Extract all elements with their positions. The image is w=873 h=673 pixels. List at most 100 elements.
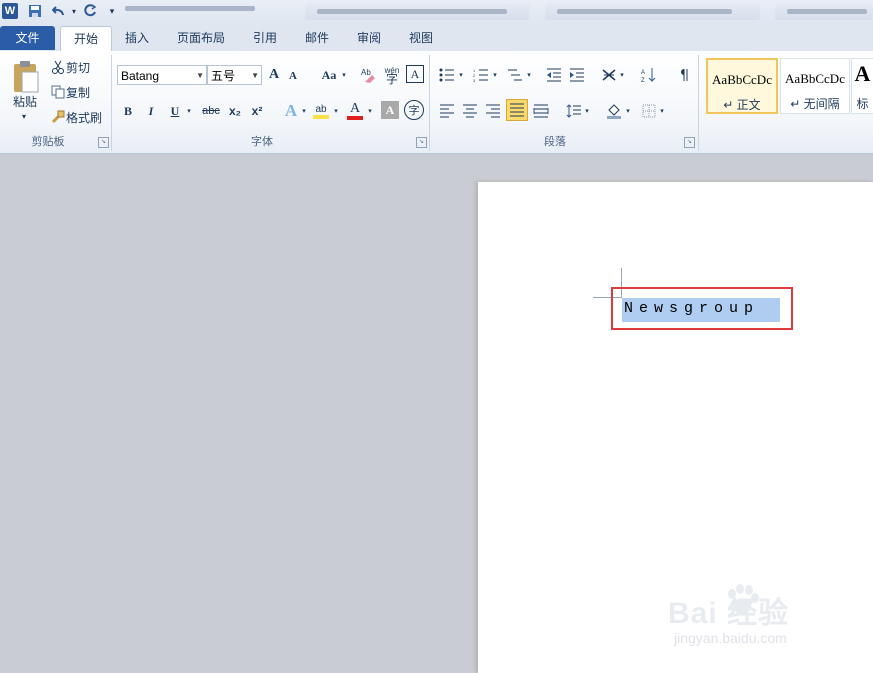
svg-text:A: A	[641, 70, 645, 76]
cut-icon[interactable]	[50, 58, 66, 76]
browser-tab-3[interactable]	[775, 4, 873, 20]
annotation-highlight-box	[611, 287, 793, 330]
font-name-combo[interactable]: Batang ▼	[117, 65, 207, 85]
superscript-button[interactable]: x²	[248, 101, 266, 121]
font-group-label: 字体	[251, 136, 273, 148]
format-painter-icon[interactable]	[50, 108, 66, 126]
paragraph-launcher-icon[interactable]: ↘	[684, 137, 695, 148]
text-effects-button[interactable]: A	[282, 100, 300, 122]
show-marks-icon[interactable]	[675, 65, 693, 85]
bold-button[interactable]: B	[120, 101, 136, 121]
style-name: 标	[856, 97, 869, 111]
undo-dropdown-icon[interactable]: ▾	[66, 3, 82, 19]
chevron-down-icon[interactable]: ▾	[525, 67, 533, 83]
chevron-down-icon[interactable]: ▾	[332, 103, 340, 119]
chevron-down-icon: ▼	[251, 71, 259, 80]
distributed-icon[interactable]	[532, 101, 550, 121]
chevron-down-icon[interactable]: ▾	[340, 67, 348, 83]
multilevel-list-icon[interactable]	[506, 65, 524, 85]
font-color-label: A	[349, 101, 361, 116]
style-sample: A	[854, 61, 871, 86]
line-spacing-icon[interactable]	[565, 101, 583, 121]
asian-layout-icon[interactable]	[600, 65, 618, 85]
increase-indent-icon[interactable]	[568, 65, 586, 85]
paste-button[interactable]: 粘贴	[6, 93, 44, 109]
copy-button[interactable]: 复制	[66, 83, 96, 101]
ribbon: 粘贴 ▾ 剪切 复制 格式刷 剪贴板 ↘ Batang ▼ 五号 ▼ A A Aa …	[0, 51, 873, 154]
chevron-down-icon: ▼	[196, 71, 204, 80]
svg-text:Ab: Ab	[361, 68, 371, 77]
grow-font-button[interactable]: A	[266, 65, 282, 85]
customize-qat-icon[interactable]: ▾	[104, 3, 120, 19]
tab-references[interactable]: 引用	[245, 26, 285, 50]
subscript-button[interactable]: x₂	[226, 101, 244, 121]
format-painter-button[interactable]: 格式刷	[66, 108, 108, 126]
paste-dropdown-icon[interactable]: ▾	[16, 110, 32, 122]
redo-icon[interactable]	[82, 3, 98, 19]
ribbon-tab-bar: 文件 开始 插入 页面布局 引用 邮件 审阅 视图	[0, 24, 873, 52]
borders-icon[interactable]	[640, 101, 658, 121]
enclose-characters-button[interactable]: 字	[404, 100, 424, 120]
tab-mailings[interactable]: 邮件	[297, 26, 337, 50]
group-separator	[698, 55, 699, 151]
character-shading-button[interactable]: A	[381, 101, 399, 119]
undo-icon[interactable]	[51, 3, 67, 19]
highlight-button[interactable]: ab	[311, 100, 331, 122]
strikethrough-button[interactable]: abc	[200, 101, 222, 121]
tab-page-layout[interactable]: 页面布局	[167, 26, 235, 50]
bullets-icon[interactable]	[438, 65, 456, 85]
baidu-jingyan-watermark: Bai 经验 jingyan.baidu.com	[668, 580, 848, 655]
font-size-combo[interactable]: 五号 ▼	[207, 65, 262, 85]
chevron-down-icon[interactable]: ▾	[366, 103, 374, 119]
font-name-value: Batang	[121, 69, 160, 83]
change-case-button[interactable]: Aa	[318, 65, 340, 85]
sort-icon[interactable]: AZ	[640, 65, 658, 85]
tab-review[interactable]: 审阅	[349, 26, 389, 50]
shading-icon[interactable]	[605, 101, 623, 121]
tab-view[interactable]: 视图	[401, 26, 441, 50]
svg-text:Z: Z	[641, 78, 645, 83]
style-heading-1[interactable]: A 标	[851, 58, 873, 114]
align-right-icon[interactable]	[484, 101, 502, 121]
justify-icon[interactable]	[506, 99, 528, 121]
clipboard-launcher-icon[interactable]: ↘	[98, 137, 109, 148]
chevron-down-icon[interactable]: ▾	[658, 103, 666, 119]
chevron-down-icon[interactable]: ▾	[185, 103, 193, 119]
decrease-indent-icon[interactable]	[545, 65, 563, 85]
save-icon[interactable]	[27, 3, 43, 19]
browser-tab-2[interactable]	[545, 4, 760, 20]
chevron-down-icon[interactable]: ▾	[300, 103, 308, 119]
chevron-down-icon[interactable]: ▾	[618, 67, 626, 83]
underline-button[interactable]: U	[166, 101, 184, 121]
copy-icon[interactable]	[50, 83, 66, 101]
chevron-down-icon[interactable]: ▾	[491, 67, 499, 83]
font-size-value: 五号	[211, 69, 236, 83]
align-center-icon[interactable]	[461, 101, 479, 121]
highlight-color-bar	[313, 114, 329, 119]
character-border-button[interactable]: A	[406, 65, 424, 83]
style-name: ↵ 无间隔	[790, 97, 840, 111]
word-app-icon[interactable]: W	[2, 3, 18, 19]
chevron-down-icon[interactable]: ▾	[624, 103, 632, 119]
numbering-icon[interactable]: 123	[472, 65, 490, 85]
chevron-down-icon[interactable]: ▾	[583, 103, 591, 119]
tab-home[interactable]: 开始	[60, 26, 112, 52]
align-left-icon[interactable]	[438, 101, 456, 121]
style-normal[interactable]: AaBbCcDc ↵ 正文	[706, 58, 778, 114]
style-sample: AaBbCcDc	[785, 71, 845, 86]
pinyin-guide-button[interactable]: wén 字	[382, 64, 402, 86]
window-title-blur	[125, 6, 255, 11]
style-name: ↵ 正文	[723, 98, 761, 112]
tab-file[interactable]: 文件	[0, 26, 55, 50]
style-no-spacing[interactable]: AaBbCcDc ↵ 无间隔	[780, 58, 850, 114]
browser-tab-1[interactable]	[305, 4, 530, 20]
cut-button[interactable]: 剪切	[66, 58, 96, 76]
font-launcher-icon[interactable]: ↘	[416, 137, 427, 148]
pinyin-char-label: 字	[385, 72, 398, 86]
italic-button[interactable]: I	[143, 101, 159, 121]
tab-insert[interactable]: 插入	[117, 26, 157, 50]
font-color-button[interactable]: A	[345, 100, 365, 122]
clear-format-icon[interactable]: Ab	[359, 65, 379, 85]
shrink-font-button[interactable]: A	[285, 67, 301, 85]
chevron-down-icon[interactable]: ▾	[457, 67, 465, 83]
